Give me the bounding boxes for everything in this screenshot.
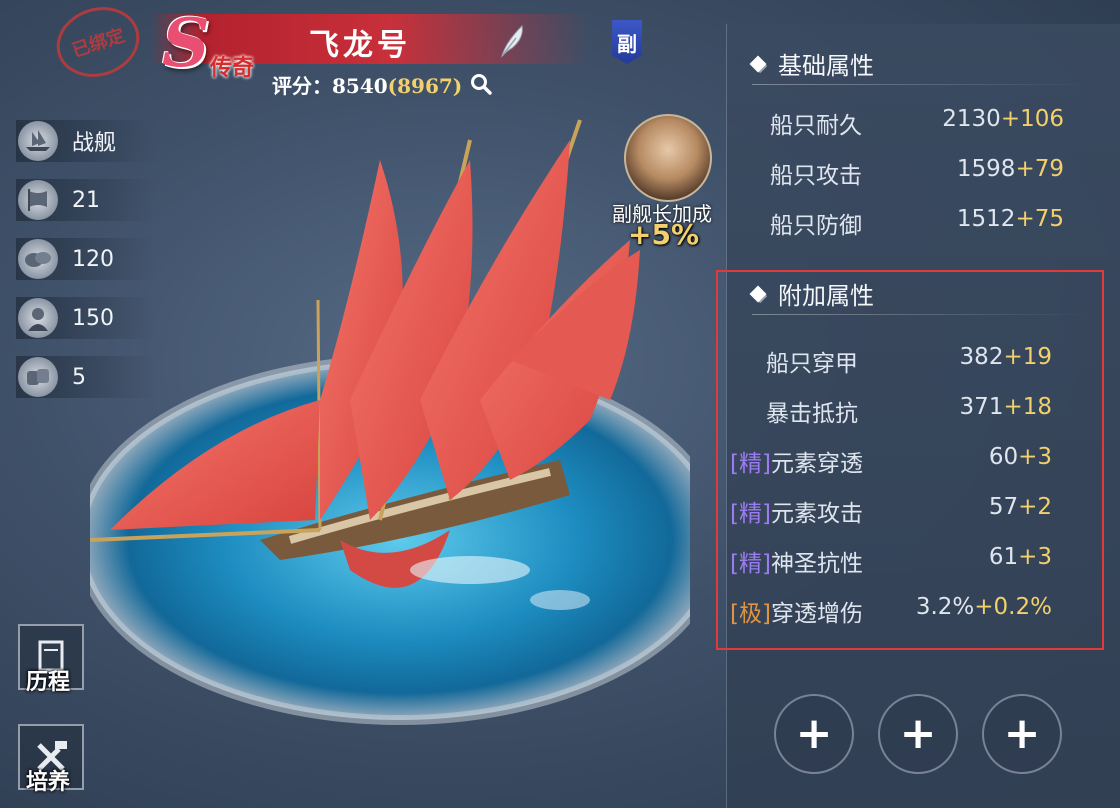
attr-value: 61+3 [988, 544, 1052, 570]
diamond-icon [749, 55, 767, 72]
basic-attr-row: 船只耐久 2130+106 [730, 106, 1090, 146]
ship-stats-list: 战舰 21 120 150 5 [16, 120, 156, 415]
vice-captain-badge[interactable]: 副 [612, 20, 642, 64]
extra-attr-row: 暴击抵抗 371+18 [730, 394, 1090, 434]
rename-feather-icon[interactable] [498, 24, 526, 58]
stat-value: 21 [72, 187, 100, 213]
add-slot-button[interactable]: + [982, 694, 1062, 774]
quality-tag: [精] [730, 551, 771, 577]
attr-value: 1598+79 [956, 156, 1064, 182]
stat-value: 战舰 [72, 131, 117, 156]
divider [752, 84, 1092, 85]
attr-value: 57+2 [988, 494, 1052, 520]
basic-attr-row: 船只攻击 1598+79 [730, 156, 1090, 196]
attr-name: [极]穿透增伤 [730, 601, 863, 627]
add-slot-button[interactable]: + [878, 694, 958, 774]
grade-letter: S [162, 4, 210, 82]
extra-attr-row: [精]神圣抗性 61+3 [730, 544, 1090, 584]
stat-supplies: 120 [16, 238, 156, 280]
plus-icon: + [795, 708, 833, 759]
quality-tag: [精] [730, 501, 771, 527]
attr-value: 382+19 [959, 344, 1052, 370]
plus-icon: + [899, 708, 937, 759]
warship-icon [18, 121, 58, 161]
attr-name: 船只穿甲 [766, 351, 858, 377]
supplies-icon [18, 239, 58, 279]
score-label: 评分： [272, 74, 332, 98]
cannon-icon [18, 357, 58, 397]
diamond-icon [749, 285, 767, 302]
add-slot-button[interactable]: + [774, 694, 854, 774]
history-button[interactable]: 历程 [18, 624, 84, 695]
rarity-label: 传奇 [210, 55, 255, 81]
stat-value: 5 [72, 364, 86, 390]
basic-attrs-title: 基础属性 [749, 46, 874, 81]
ship-name: 飞龙号 [309, 28, 411, 63]
stat-sailors: 150 [16, 297, 156, 339]
score-max: (8967) [387, 74, 463, 98]
quality-tag: [精] [730, 451, 771, 477]
score-text: 评分：8540(8967) [272, 70, 462, 99]
stat-sail: 21 [16, 179, 156, 221]
sail-icon [18, 180, 58, 220]
attr-name: [精]元素穿透 [730, 451, 863, 477]
stat-value: 150 [72, 305, 114, 331]
extra-attr-row: [精]元素攻击 57+2 [730, 494, 1090, 534]
attr-name: 船只耐久 [770, 113, 862, 139]
extra-attrs-title: 附加属性 [749, 276, 874, 311]
attr-name: [精]元素攻击 [730, 501, 863, 527]
attr-name: 船只防御 [770, 213, 862, 239]
attr-name: 暴击抵抗 [766, 401, 858, 427]
ship-illustration [90, 119, 690, 725]
attr-name: [精]神圣抗性 [730, 551, 863, 577]
score-value: 8540 [332, 74, 388, 98]
history-label: 历程 [26, 669, 71, 695]
quality-tag: [极] [730, 601, 771, 627]
attr-value: 60+3 [988, 444, 1052, 470]
stat-cannons: 5 [16, 356, 156, 398]
vice-captain-avatar[interactable] [624, 114, 712, 202]
search-icon[interactable] [470, 73, 492, 95]
stat-ship-type: 战舰 [16, 120, 156, 162]
extra-attr-row: [极]穿透增伤 3.2%+0.2% [730, 594, 1090, 634]
plus-icon: + [1003, 708, 1041, 759]
attr-value: 3.2%+0.2% [915, 594, 1052, 620]
attr-value: 371+18 [959, 394, 1052, 420]
extra-attr-row: 船只穿甲 382+19 [730, 344, 1090, 384]
extra-attr-row: [精]元素穿透 60+3 [730, 444, 1090, 484]
basic-attr-row: 船只防御 1512+75 [730, 206, 1090, 246]
stat-value: 120 [72, 246, 114, 272]
sailor-icon [18, 298, 58, 338]
attr-value: 1512+75 [956, 206, 1064, 232]
bound-stamp: 已绑定 [47, 0, 149, 88]
vice-captain-bonus: +5% [628, 218, 699, 251]
divider [752, 314, 1092, 315]
train-label: 培养 [26, 769, 71, 795]
attr-value: 2130+106 [942, 106, 1064, 132]
train-button[interactable]: 培养 [18, 724, 84, 795]
attr-name: 船只攻击 [770, 163, 862, 189]
